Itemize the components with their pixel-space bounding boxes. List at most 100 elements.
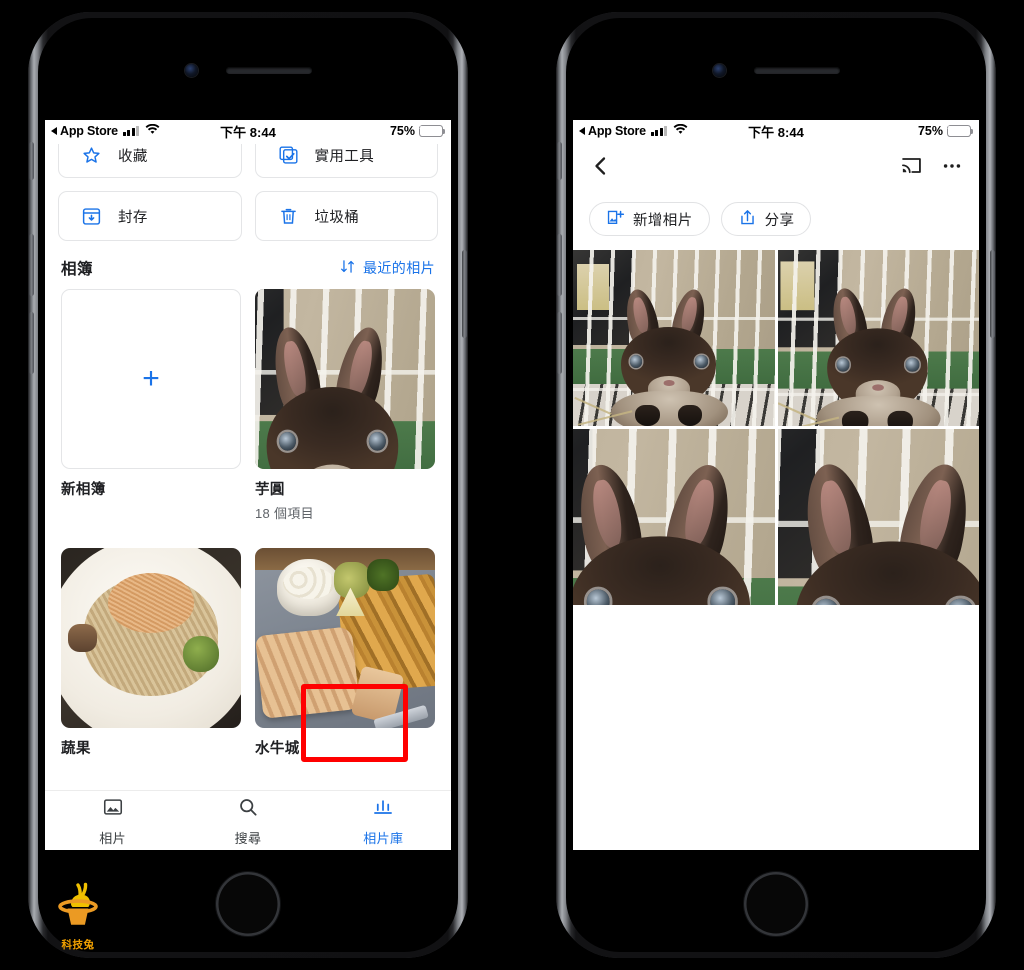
chevron-left-icon[interactable]: [589, 154, 613, 183]
status-bar-clock: 下午 8:44: [748, 124, 804, 140]
checkbox-stack-icon: [278, 145, 299, 166]
albums-sort-button[interactable]: 最近的相片: [339, 258, 435, 278]
wifi-icon: [673, 123, 688, 138]
watermark-label: 科技兔: [61, 939, 95, 951]
album-name: 蔬果: [61, 741, 91, 757]
home-button[interactable]: [744, 872, 808, 936]
album-photo-grid: [573, 250, 979, 605]
new-album-tile[interactable]: +: [61, 289, 241, 469]
search-icon: [237, 796, 259, 823]
right-phone-screen: App Store 下午 8:44 75% ⚡ 新增相片 分享: [573, 120, 979, 850]
share-chip[interactable]: 分享: [720, 202, 812, 236]
back-triangle-icon: [51, 127, 57, 135]
back-triangle-icon: [579, 127, 585, 135]
albums-grid-row2: 蔬果 水牛城: [45, 548, 451, 758]
photos-library-page: 收藏 實用工具 封存 垃圾桶 相簿 最近的相片 + 新相簿 芋圓 18 個項目 …: [45, 144, 451, 850]
status-back-app-label: App Store: [60, 124, 118, 138]
photo-grid-item[interactable]: [777, 429, 979, 605]
photo-library-icon: [372, 796, 394, 823]
salmon-fries-photo: [255, 548, 435, 728]
rabbit-photo-2: [777, 250, 979, 426]
tab-label: 搜尋: [234, 831, 262, 846]
status-bar-right: 75% ⚡: [917, 122, 974, 138]
utility-button-trash[interactable]: 垃圾桶: [254, 191, 438, 241]
utility-button-archive[interactable]: 封存: [58, 191, 242, 241]
cellular-bars-icon: [650, 126, 668, 136]
album-cell-new[interactable]: + 新相簿: [61, 289, 241, 522]
rabbit-photo-4: [777, 429, 979, 605]
power-button[interactable]: [462, 250, 467, 338]
album-item-count: 18 個項目: [255, 506, 314, 521]
mute-switch[interactable]: [29, 142, 34, 180]
photo-grid-item[interactable]: [777, 250, 979, 426]
album-cell-vegfruit[interactable]: 蔬果: [61, 548, 241, 758]
mute-switch[interactable]: [557, 142, 562, 180]
album-thumbnail[interactable]: [255, 548, 435, 728]
chip-label: 新增相片: [633, 212, 693, 229]
album-cell-buffalo[interactable]: 水牛城: [255, 548, 435, 758]
status-bar: App Store 下午 8:44 75% ⚡: [573, 120, 979, 142]
battery-charging-icon: ⚡: [417, 122, 446, 137]
plus-icon: +: [142, 362, 160, 395]
album-action-chips: 新增相片 分享: [573, 194, 979, 250]
star-outline-icon: [81, 145, 102, 166]
albums-sort-label: 最近的相片: [363, 260, 435, 276]
sort-arrows-icon: [339, 258, 356, 278]
status-bar-right: 75% ⚡: [389, 122, 446, 138]
battery-percent-label: 75%: [389, 124, 415, 138]
albums-title: 相簿: [61, 261, 94, 278]
tab-photos[interactable]: 相片: [45, 791, 180, 850]
add-photos-chip[interactable]: 新增相片: [589, 202, 710, 236]
volume-down-button[interactable]: [29, 312, 34, 374]
more-horizontal-icon[interactable]: [941, 155, 963, 182]
status-bar-left: App Store: [579, 123, 688, 138]
tab-label: 相片庫: [363, 831, 404, 846]
photo-grid-item[interactable]: [573, 429, 775, 605]
albums-grid-row1: + 新相簿 芋圓 18 個項目: [45, 289, 451, 522]
chip-label: 分享: [764, 212, 795, 229]
wifi-icon: [145, 123, 160, 138]
left-phone-device: App Store 下午 8:44 75% ⚡ 收藏 實用工具 封存 垃圾桶 相…: [28, 12, 468, 958]
rabbit-photo-3: [573, 429, 775, 605]
utility-button-label: 垃圾桶: [314, 209, 360, 226]
tab-library[interactable]: 相片庫: [316, 791, 451, 850]
battery-percent-label: 75%: [917, 124, 943, 138]
trash-can-icon: [278, 206, 299, 227]
photo-icon: [102, 796, 124, 823]
photo-grid-item[interactable]: [573, 250, 775, 426]
utility-button-label: 收藏: [118, 149, 148, 165]
status-bar-left: App Store: [51, 123, 160, 138]
volume-up-button[interactable]: [29, 234, 34, 296]
utility-button-label: 封存: [118, 209, 148, 226]
rabbit-in-hat-logo: [47, 882, 109, 935]
tab-search[interactable]: 搜尋: [180, 791, 315, 850]
album-toolbar: [573, 142, 979, 194]
utility-button-utilities[interactable]: 實用工具: [254, 144, 438, 178]
power-button[interactable]: [990, 250, 995, 338]
album-name: 芋圓: [255, 482, 285, 498]
status-back-app-label: App Store: [588, 124, 646, 138]
battery-charging-icon: ⚡: [945, 122, 974, 137]
tab-label: 相片: [99, 831, 127, 846]
status-bar-clock: 下午 8:44: [220, 124, 276, 140]
rabbit-photo-1: [573, 250, 775, 426]
rabbit-photo: [255, 289, 435, 469]
utility-button-favorites[interactable]: 收藏: [58, 144, 242, 178]
left-phone-screen: App Store 下午 8:44 75% ⚡ 收藏 實用工具 封存 垃圾桶 相…: [45, 120, 451, 850]
volume-up-button[interactable]: [557, 234, 562, 296]
album-cell-rabbit[interactable]: 芋圓 18 個項目: [255, 289, 435, 522]
add-photo-icon: [606, 208, 625, 231]
cast-icon[interactable]: [900, 154, 923, 182]
home-button[interactable]: [216, 872, 280, 936]
volume-down-button[interactable]: [557, 312, 562, 374]
pasta-photo: [61, 548, 241, 728]
bottom-tab-bar: 相片 搜尋 相片庫: [45, 790, 451, 850]
album-thumbnail[interactable]: [61, 548, 241, 728]
album-thumbnail[interactable]: [255, 289, 435, 469]
cellular-bars-icon: [122, 126, 140, 136]
archive-box-icon: [81, 206, 102, 227]
albums-section-header: 相簿 最近的相片: [45, 241, 451, 289]
utility-button-label: 實用工具: [314, 149, 375, 165]
utility-buttons-grid: 收藏 實用工具 封存 垃圾桶: [45, 144, 451, 241]
status-bar: App Store 下午 8:44 75% ⚡: [45, 120, 451, 142]
